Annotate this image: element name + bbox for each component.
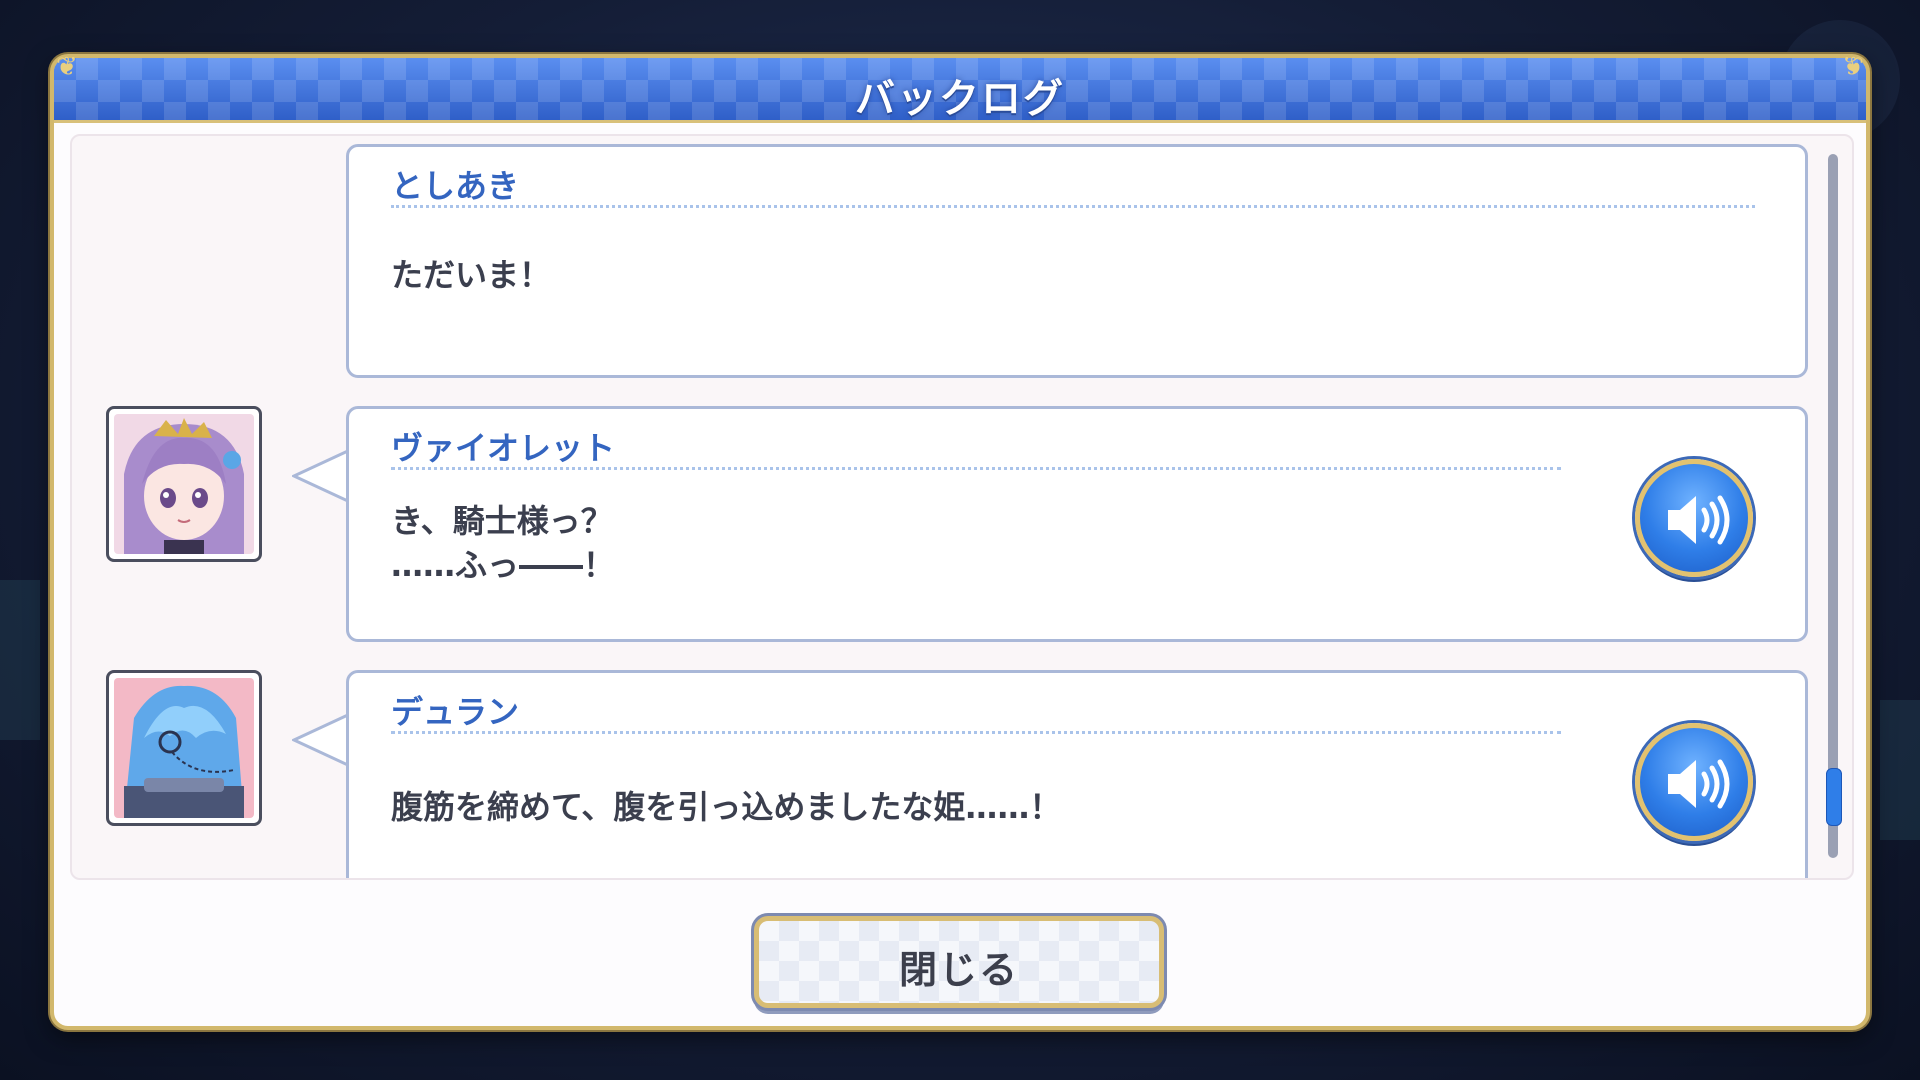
backlog-window: ❦ ❦ バックログ としあき ただいま！ ヴァイオレット き、騎士様っ？ ……ふ… xyxy=(50,52,1870,1030)
log-entry: ヴァイオレット き、騎士様っ？ ……ふっ――！ xyxy=(72,406,1812,642)
message-text: 腹筋を締めて、腹を引っ込めましたな姫……！ xyxy=(391,788,1062,826)
violet-portrait-icon xyxy=(114,414,254,554)
speaker-icon xyxy=(1668,495,1730,545)
avatar xyxy=(106,670,262,826)
scrollbar-thumb[interactable] xyxy=(1826,768,1842,826)
message-bubble: ヴァイオレット き、騎士様っ？ ……ふっ――！ xyxy=(346,406,1808,642)
log-entry: デュラン 腹筋を締めて、腹を引っ込めましたな姫……！ xyxy=(72,670,1812,878)
bubble-tail xyxy=(292,712,352,766)
backlog-header: ❦ ❦ バックログ xyxy=(54,52,1866,123)
speaker-name: ヴァイオレット xyxy=(391,429,616,467)
background-panel xyxy=(0,580,40,740)
message-bubble: としあき ただいま！ xyxy=(346,144,1808,378)
voice-play-button[interactable] xyxy=(1635,459,1753,577)
scrollbar[interactable] xyxy=(1826,154,1842,858)
message-text: ただいま！ xyxy=(391,256,552,294)
name-divider xyxy=(391,467,1561,470)
avatar xyxy=(106,406,262,562)
background-panel xyxy=(1880,700,1920,840)
speaker-icon xyxy=(1668,759,1730,809)
name-divider xyxy=(391,205,1755,208)
name-divider xyxy=(391,731,1561,734)
duran-portrait-icon xyxy=(114,678,254,818)
message-bubble: デュラン 腹筋を締めて、腹を引っ込めましたな姫……！ xyxy=(346,670,1808,878)
voice-play-button[interactable] xyxy=(1635,723,1753,841)
bubble-tail xyxy=(292,448,352,502)
message-text: き、騎士様っ？ ……ふっ――！ xyxy=(391,502,616,584)
close-button[interactable]: 閉じる xyxy=(754,916,1164,1008)
speaker-name: としあき xyxy=(391,167,520,205)
log-entry: としあき ただいま！ xyxy=(72,144,1812,380)
backlog-list[interactable]: としあき ただいま！ ヴァイオレット き、騎士様っ？ ……ふっ――！ デュラン … xyxy=(70,134,1854,880)
backlog-title: バックログ xyxy=(855,76,1065,122)
close-button-label: 閉じる xyxy=(898,948,1019,992)
speaker-name: デュラン xyxy=(391,693,520,731)
